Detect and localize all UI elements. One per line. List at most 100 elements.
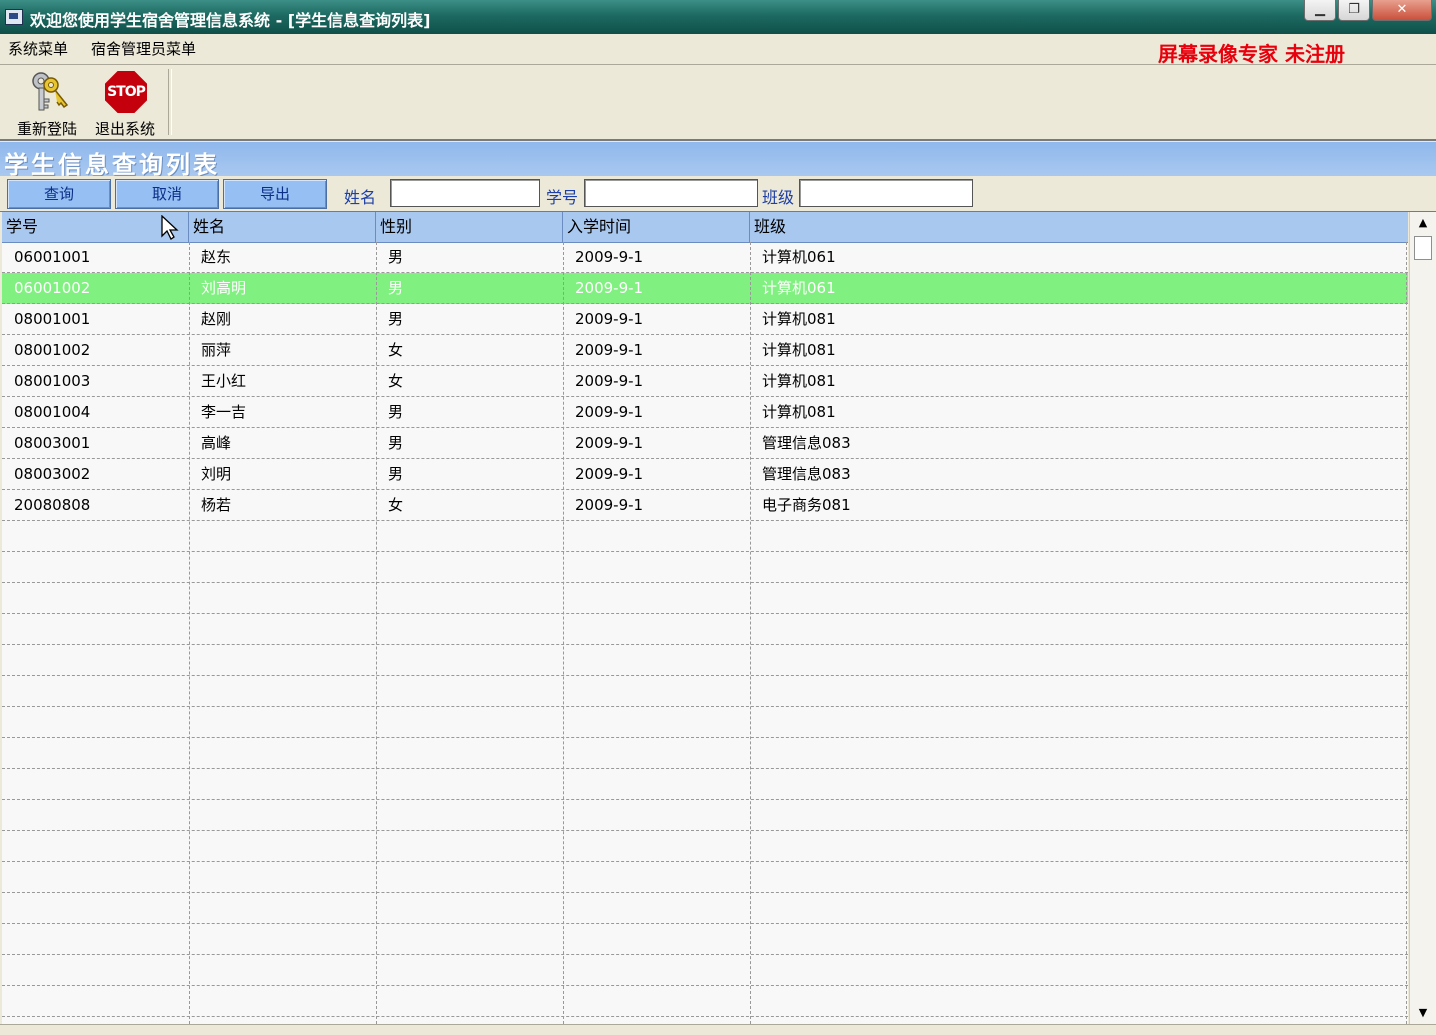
toolbar-separator: [168, 69, 172, 135]
toolbar: 重新登陆 STOP 退出系统: [0, 65, 1436, 141]
cell-gender: 男: [388, 403, 404, 421]
scroll-up-icon[interactable]: ▲: [1410, 212, 1436, 234]
cell-student-id: 08003001: [14, 434, 91, 452]
table-row[interactable]: 08003001 高峰 男 2009-9-1 管理信息083: [2, 428, 1408, 459]
table-row[interactable]: 08001002 丽萍 女 2009-9-1 计算机081: [2, 335, 1408, 366]
table-row[interactable]: 08001001 赵刚 男 2009-9-1 计算机081: [2, 304, 1408, 335]
restore-button[interactable]: ❐: [1338, 0, 1370, 21]
vertical-scrollbar[interactable]: ▲ ▼: [1409, 212, 1436, 1024]
cancel-button[interactable]: 取消: [115, 179, 219, 209]
column-divider: [189, 242, 190, 1024]
cell-student-id: 08003002: [14, 465, 91, 483]
column-divider: [1406, 242, 1407, 1024]
cell-name: 赵刚: [201, 310, 232, 328]
column-divider: [750, 242, 751, 1024]
menu-dorm-admin[interactable]: 宿舍管理员菜单: [91, 38, 196, 59]
cell-enroll-date: 2009-9-1: [575, 496, 644, 514]
table-row[interactable]: 06001001 赵东 男 2009-9-1 计算机061: [2, 242, 1408, 273]
cell-gender: 男: [388, 465, 404, 483]
column-header-class[interactable]: 班级: [750, 212, 1408, 242]
cell-class: 计算机081: [762, 403, 836, 421]
table-row[interactable]: 08001003 王小红 女 2009-9-1 计算机081: [2, 366, 1408, 397]
column-header-name[interactable]: 姓名: [189, 212, 376, 242]
empty-row[interactable]: [2, 769, 1408, 800]
scroll-down-icon[interactable]: ▼: [1410, 1002, 1436, 1024]
close-button[interactable]: ✕: [1372, 0, 1432, 21]
export-button[interactable]: 导出: [223, 179, 327, 209]
empty-row[interactable]: [2, 924, 1408, 955]
cell-class: 电子商务081: [762, 496, 851, 514]
empty-row[interactable]: [2, 955, 1408, 986]
window-title-bar: 欢迎您使用学生宿舍管理信息系统 - [学生信息查询列表] ▁ ❐ ✕: [0, 0, 1436, 34]
cell-gender: 男: [388, 279, 404, 297]
cell-enroll-date: 2009-9-1: [575, 310, 644, 328]
empty-row[interactable]: [2, 986, 1408, 1017]
table-row[interactable]: 06001002 刘高明 男 2009-9-1 计算机061: [2, 273, 1408, 304]
column-header-enroll-date[interactable]: 入学时间: [563, 212, 750, 242]
table-row[interactable]: 08001004 李一吉 男 2009-9-1 计算机081: [2, 397, 1408, 428]
cell-class: 管理信息083: [762, 434, 851, 452]
cell-gender: 女: [388, 341, 404, 359]
form-title: 学生信息查询列表: [4, 150, 220, 179]
query-button[interactable]: 查询: [7, 179, 111, 209]
empty-row[interactable]: [2, 738, 1408, 769]
cell-gender: 男: [388, 310, 404, 328]
empty-row[interactable]: [2, 614, 1408, 645]
class-input[interactable]: [799, 179, 973, 207]
empty-row[interactable]: [2, 676, 1408, 707]
empty-row[interactable]: [2, 800, 1408, 831]
menu-system[interactable]: 系统菜单: [8, 38, 68, 59]
cell-enroll-date: 2009-9-1: [575, 279, 644, 297]
scroll-thumb[interactable]: [1414, 236, 1432, 260]
table-header: 学号 姓名 性别 入学时间 班级: [2, 212, 1408, 243]
student-id-input[interactable]: [584, 179, 758, 207]
cell-class: 管理信息083: [762, 465, 851, 483]
cell-name: 王小红: [201, 372, 247, 390]
empty-row[interactable]: [2, 521, 1408, 552]
cell-class: 计算机061: [762, 279, 836, 297]
stop-icon: STOP: [105, 71, 147, 113]
empty-row[interactable]: [2, 707, 1408, 738]
form-header: 学生信息查询列表: [0, 142, 1436, 179]
column-header-gender[interactable]: 性别: [376, 212, 563, 242]
empty-row[interactable]: [2, 645, 1408, 676]
empty-row[interactable]: [2, 552, 1408, 583]
cell-enroll-date: 2009-9-1: [575, 465, 644, 483]
watermark: 屏幕录像专家 未注册: [1158, 42, 1345, 66]
relogin-label: 重新登陆: [16, 120, 77, 138]
table-row[interactable]: 08003002 刘明 男 2009-9-1 管理信息083: [2, 459, 1408, 490]
name-label: 姓名: [344, 188, 377, 207]
empty-row[interactable]: [2, 583, 1408, 614]
cell-gender: 女: [388, 496, 404, 514]
cell-class: 计算机061: [762, 248, 836, 266]
relogin-button[interactable]: 重新登陆: [10, 69, 84, 138]
cell-enroll-date: 2009-9-1: [575, 372, 644, 390]
column-divider: [376, 242, 377, 1024]
empty-row[interactable]: [2, 831, 1408, 862]
keys-icon: [32, 72, 69, 111]
cell-student-id: 20080808: [14, 496, 91, 514]
cell-gender: 男: [388, 248, 404, 266]
cell-name: 刘高明: [201, 279, 247, 297]
cell-student-id: 06001001: [14, 248, 91, 266]
cell-class: 计算机081: [762, 341, 836, 359]
cell-name: 杨若: [201, 496, 232, 514]
cell-name: 刘明: [201, 465, 232, 483]
cell-class: 计算机081: [762, 310, 836, 328]
status-bar: [0, 1024, 1436, 1035]
cell-student-id: 08001002: [14, 341, 91, 359]
cell-enroll-date: 2009-9-1: [575, 248, 644, 266]
table-row[interactable]: 20080808 杨若 女 2009-9-1 电子商务081: [2, 490, 1408, 521]
name-input[interactable]: [390, 179, 540, 207]
cell-gender: 男: [388, 434, 404, 452]
minimize-button[interactable]: ▁: [1304, 0, 1336, 21]
cell-name: 赵东: [201, 248, 232, 266]
window-title: 欢迎您使用学生宿舍管理信息系统 - [学生信息查询列表]: [30, 11, 431, 30]
empty-row[interactable]: [2, 862, 1408, 893]
exit-button[interactable]: STOP 退出系统: [88, 69, 162, 138]
student-table[interactable]: 学号 姓名 性别 入学时间 班级 06001001 赵东男 2009-9-1 计算机0…: [2, 212, 1408, 1024]
cell-class: 计算机081: [762, 372, 836, 390]
app-icon[interactable]: [5, 9, 23, 25]
cell-student-id: 08001003: [14, 372, 91, 390]
empty-row[interactable]: [2, 893, 1408, 924]
